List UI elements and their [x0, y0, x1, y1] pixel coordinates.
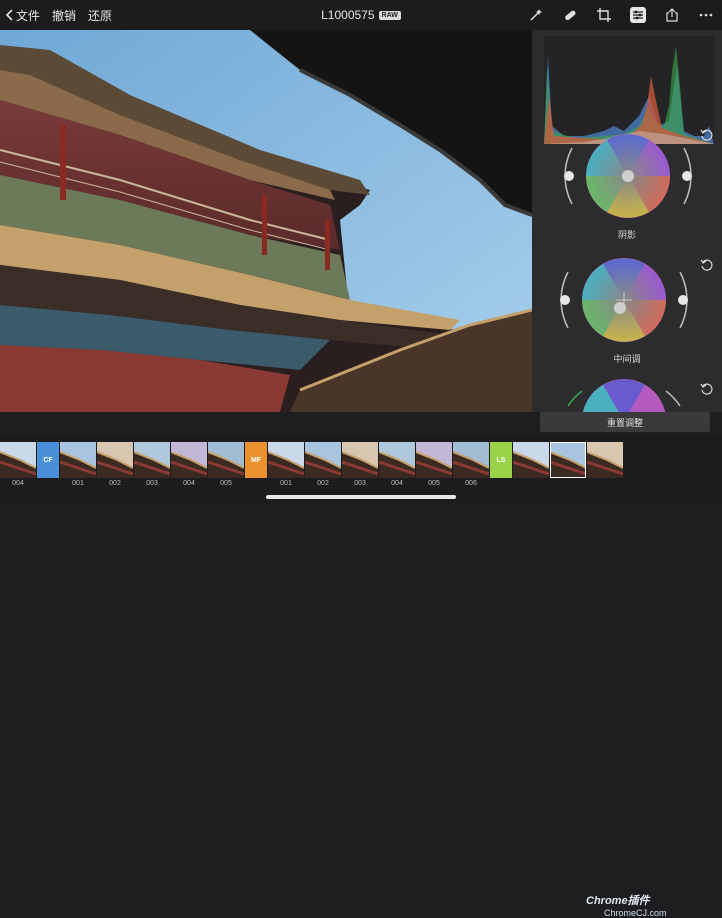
thumbnail-label: 002 [317, 480, 329, 487]
back-label: 文件 [16, 8, 41, 23]
thumbnail-label: 001 [72, 480, 84, 487]
wheel-graphic[interactable] [532, 126, 722, 226]
share-icon[interactable] [664, 7, 680, 23]
raw-badge: RAW [378, 10, 401, 20]
thumbnail-label: 003 [354, 480, 366, 487]
color-wheel-shadows: 阴影 [532, 126, 722, 251]
preset-filmstrip: CF MF LS 004 001 002 003 004 005 001 002 003 004 005… [0, 436, 722, 918]
thumbnail-label: 001 [280, 480, 292, 487]
preset-group-tag[interactable]: LS [490, 442, 512, 478]
home-indicator[interactable] [266, 495, 456, 499]
adjust-sliders-icon[interactable] [630, 7, 646, 23]
wheel-label-shadows: 阴影 [617, 230, 636, 240]
preset-thumbnail[interactable] [171, 442, 207, 478]
adjustment-panel: 阴影 中间调 [532, 30, 722, 412]
preset-thumbnail[interactable] [587, 442, 623, 478]
label-spacer [490, 480, 512, 492]
toolbar-right [528, 0, 714, 30]
preset-thumbnail[interactable] [0, 442, 36, 478]
chevron-left-icon [6, 9, 13, 21]
thumbnail-row: CF MF LS [0, 442, 623, 478]
more-icon[interactable] [698, 7, 714, 23]
wheel-graphic[interactable] [532, 376, 722, 412]
preset-thumbnail[interactable] [342, 442, 378, 478]
filename: L1000575 [321, 8, 375, 22]
thumbnail-label: 004 [12, 480, 24, 487]
top-toolbar: 文件 撤销 还原 L1000575 RAW [0, 0, 722, 30]
crop-icon[interactable] [596, 7, 612, 23]
color-wheel-highlights [532, 376, 722, 412]
preset-thumbnail[interactable] [453, 442, 489, 478]
label-spacer [37, 480, 59, 492]
label-spacer [245, 480, 267, 492]
toolbar-left: 文件 撤销 还原 [6, 0, 112, 30]
preset-thumbnail[interactable] [379, 442, 415, 478]
photo-image [0, 30, 532, 412]
wheel-label-midtones: 中间调 [613, 354, 641, 364]
thumbnail-label: 004 [391, 480, 403, 487]
photo-canvas[interactable] [0, 30, 532, 412]
reset-adjustments-button[interactable]: 重置调整 [540, 412, 710, 432]
magic-wand-icon[interactable] [528, 7, 544, 23]
thumbnail-label: 005 [428, 480, 440, 487]
thumbnail-label [550, 480, 586, 492]
watermark-url: ChromeCJ.com [604, 908, 667, 918]
preset-thumbnail[interactable] [305, 442, 341, 478]
preset-group-tag[interactable]: CF [37, 442, 59, 478]
preset-thumbnail[interactable] [97, 442, 133, 478]
preset-group-tag[interactable]: MF [245, 442, 267, 478]
preset-thumbnail[interactable] [60, 442, 96, 478]
preset-thumbnail[interactable] [513, 442, 549, 478]
restore-button[interactable]: 还原 [88, 7, 112, 24]
bandage-icon[interactable] [562, 7, 578, 23]
preset-thumbnail[interactable] [208, 442, 244, 478]
thumbnail-label [513, 480, 549, 492]
thumbnail-label: 004 [183, 480, 195, 487]
watermark-text: Chrome插件 [586, 895, 650, 907]
thumbnail-label: 006 [465, 480, 477, 487]
thumbnail-label: 003 [146, 480, 158, 487]
back-button[interactable]: 文件 [6, 7, 40, 24]
preset-thumbnail[interactable] [268, 442, 304, 478]
undo-button[interactable]: 撤销 [52, 7, 76, 24]
color-wheel-midtones: 中间调 [532, 252, 722, 377]
preset-thumbnail[interactable] [134, 442, 170, 478]
preset-thumbnail[interactable] [416, 442, 452, 478]
thumbnail-labels: 004 001 002 003 004 005 001 002 003 004 005 006 [0, 480, 623, 492]
preset-thumbnail[interactable] [550, 442, 586, 478]
thumbnail-label [587, 480, 623, 492]
thumbnail-label: 002 [109, 480, 121, 487]
wheel-graphic[interactable] [532, 252, 722, 352]
thumbnail-label: 005 [220, 480, 232, 487]
